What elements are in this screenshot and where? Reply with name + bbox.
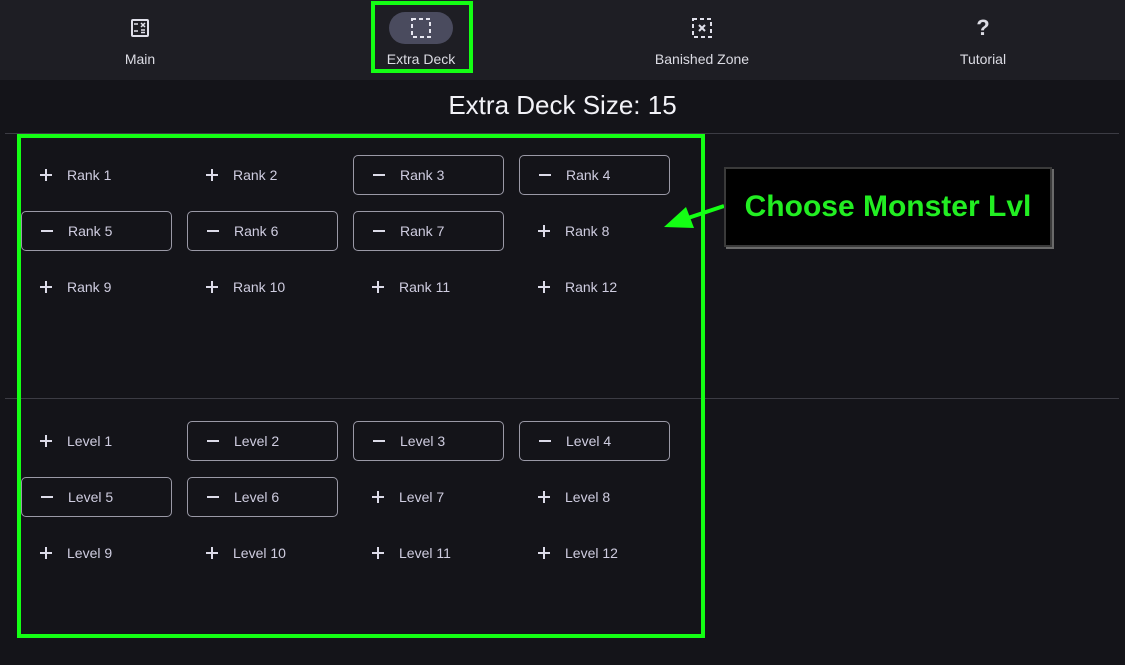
callout-text: Choose Monster Lvl [744,190,1032,223]
callout-box: Choose Monster Lvl [724,167,1052,247]
callout-arrow-icon [664,204,725,228]
